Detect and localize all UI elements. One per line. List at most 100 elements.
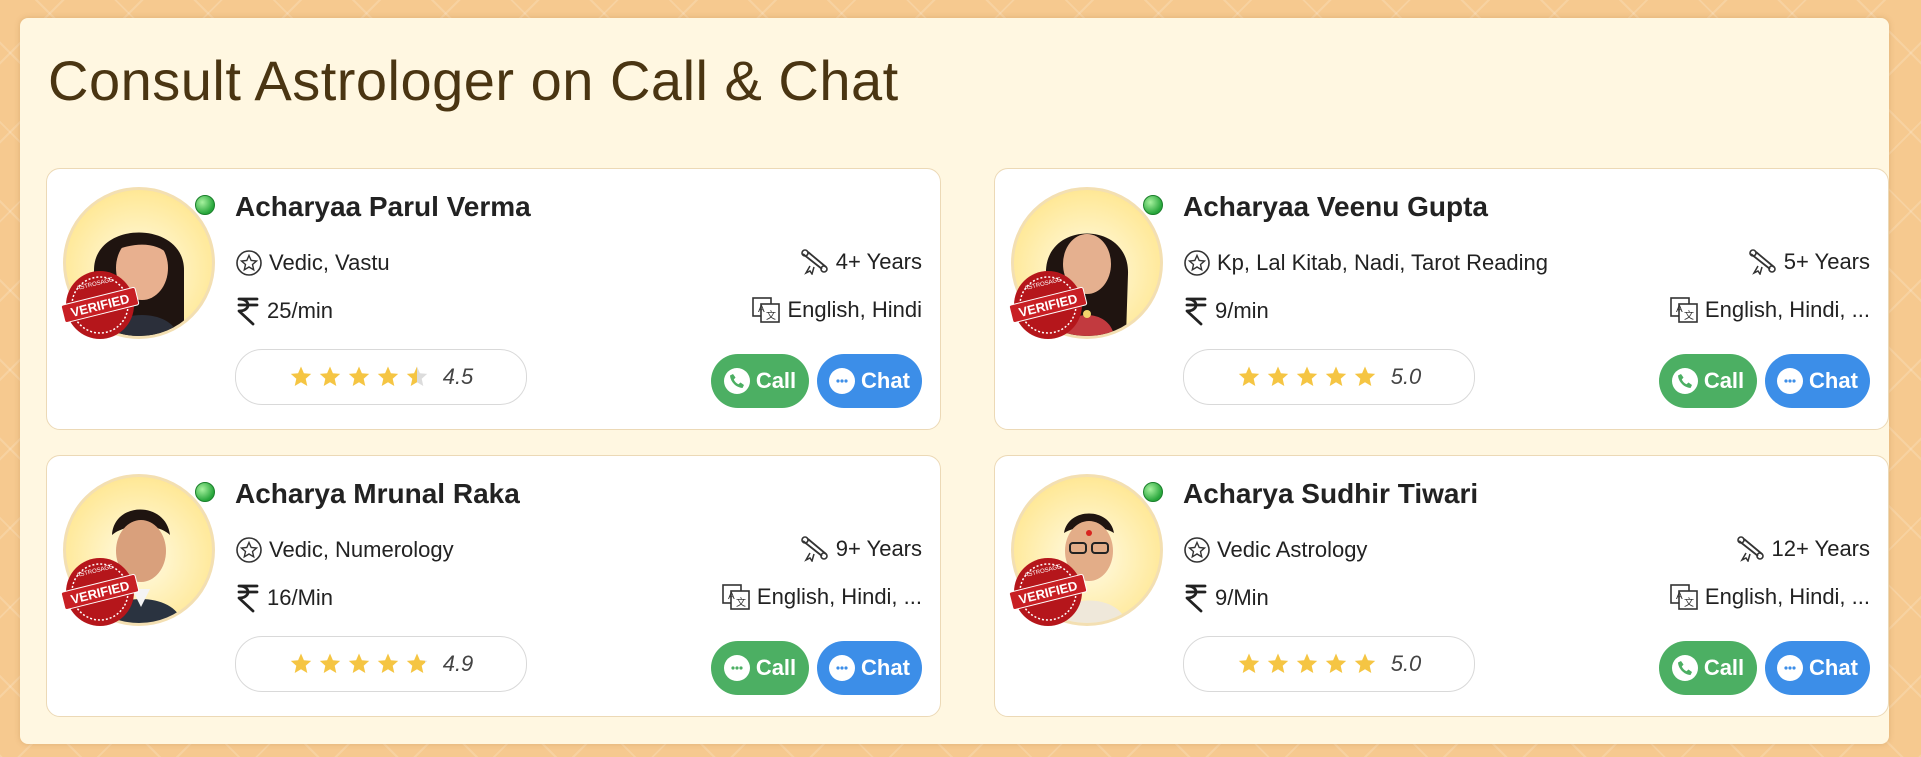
translate-icon: A文 xyxy=(751,296,781,324)
languages-row: A文 English, Hindi, ... xyxy=(1669,296,1870,324)
chat-label: Chat xyxy=(861,368,910,393)
translate-icon: A文 xyxy=(721,583,751,611)
skills-text: Vedic Astrology xyxy=(1217,537,1368,562)
svg-text:文: 文 xyxy=(766,309,776,322)
rating-pill: 4.5 xyxy=(235,349,527,405)
star-icon xyxy=(406,653,427,673)
experience-text: 5+ Years xyxy=(1783,249,1870,274)
call-label: Call xyxy=(1703,655,1745,680)
astrologer-card[interactable]: VERIFIED ASTROSAGE Acharyaa Parul Verma … xyxy=(46,168,941,430)
scroll-icon xyxy=(800,536,830,562)
rupee-icon xyxy=(235,583,261,613)
chat-label: Chat xyxy=(1809,368,1858,393)
astrologer-card[interactable]: VERIFIED ASTROSAGE Acharya Sudhir Tiwari… xyxy=(994,455,1889,717)
astrologer-card[interactable]: VERIFIED ASTROSAGE Acharya Mrunal Raka V… xyxy=(46,455,941,717)
call-button[interactable]: Call xyxy=(1659,641,1757,695)
astrologer-name[interactable]: Acharyaa Veenu Gupta xyxy=(1183,191,1488,223)
chat-button[interactable]: Chat xyxy=(817,641,922,695)
star-icon xyxy=(1267,653,1288,673)
online-dot-icon xyxy=(1143,195,1163,215)
page-title: Consult Astrologer on Call & Chat xyxy=(48,49,899,112)
svg-text:文: 文 xyxy=(1684,309,1694,322)
online-dot-icon xyxy=(195,482,215,502)
rupee-icon xyxy=(1183,296,1209,326)
star-circle-icon xyxy=(1183,536,1211,564)
rating-value: 5.0 xyxy=(1390,364,1422,389)
star-icon xyxy=(1354,366,1375,386)
experience-text: 4+ Years xyxy=(835,249,922,274)
skills-text: Vedic, Numerology xyxy=(269,537,454,562)
phone-icon xyxy=(723,368,750,394)
svg-text:A: A xyxy=(758,304,765,315)
price-row: 16/Min xyxy=(235,583,333,613)
skills-text: Kp, Lal Kitab, Nadi, Tarot Reading xyxy=(1217,250,1549,275)
skills-row: Vedic, Vastu xyxy=(235,249,390,277)
price-row: 9/Min xyxy=(1183,583,1269,613)
astrologer-name[interactable]: Acharya Sudhir Tiwari xyxy=(1183,478,1478,510)
astrologer-name[interactable]: Acharyaa Parul Verma xyxy=(235,191,531,223)
svg-text:A: A xyxy=(728,591,735,602)
star-circle-icon xyxy=(1183,249,1211,277)
experience-text: 9+ Years xyxy=(835,536,922,561)
avatar-wrapper[interactable]: VERIFIED ASTROSAGE xyxy=(60,474,215,626)
avatar-wrapper[interactable]: VERIFIED ASTROSAGE xyxy=(60,187,215,339)
call-button[interactable]: Call xyxy=(711,354,809,408)
phone-icon xyxy=(1671,655,1698,681)
call-label: Call xyxy=(755,368,797,393)
call-button[interactable]: Call xyxy=(1659,354,1757,408)
price-row: 25/min xyxy=(235,296,333,326)
star-circle-icon xyxy=(235,536,263,564)
call-button[interactable]: Call xyxy=(711,641,809,695)
star-icon xyxy=(406,366,427,386)
rating-value: 5.0 xyxy=(1390,651,1422,676)
svg-text:文: 文 xyxy=(736,596,746,609)
skills-row: Vedic, Numerology xyxy=(235,536,454,564)
experience-row: 9+ Years xyxy=(800,536,922,562)
star-icon xyxy=(1296,366,1317,386)
consult-panel: Consult Astrologer on Call & Chat VERIFI… xyxy=(20,18,1889,744)
price-text: 9/min xyxy=(1215,298,1269,323)
rating-stars xyxy=(1237,365,1377,389)
rating-stars xyxy=(1237,652,1377,676)
skills-text: Vedic, Vastu xyxy=(269,250,390,275)
star-icon xyxy=(1238,366,1259,386)
svg-text:文: 文 xyxy=(1684,596,1694,609)
svg-text:A: A xyxy=(1676,304,1683,315)
chat-button[interactable]: Chat xyxy=(1765,354,1870,408)
call-label: Call xyxy=(755,655,797,680)
skills-row: Vedic Astrology xyxy=(1183,536,1367,564)
avatar-wrapper[interactable]: VERIFIED ASTROSAGE xyxy=(1008,474,1163,626)
rupee-icon xyxy=(1183,583,1209,613)
price-row: 9/min xyxy=(1183,296,1269,326)
chat-button[interactable]: Chat xyxy=(817,354,922,408)
star-icon xyxy=(348,366,369,386)
star-icon xyxy=(377,366,398,386)
verified-seal-icon: VERIFIED ASTROSAGE xyxy=(1008,271,1088,339)
star-icon xyxy=(1325,653,1346,673)
scroll-icon xyxy=(1736,536,1766,562)
star-circle-icon xyxy=(235,249,263,277)
avatar-wrapper[interactable]: VERIFIED ASTROSAGE xyxy=(1008,187,1163,339)
translate-icon: A文 xyxy=(1669,583,1699,611)
translate-icon: A文 xyxy=(1669,296,1699,324)
chat-button[interactable]: Chat xyxy=(1765,641,1870,695)
rating-value: 4.9 xyxy=(442,651,474,676)
verified-seal-icon: VERIFIED ASTROSAGE xyxy=(60,558,140,626)
rupee-icon xyxy=(235,296,261,326)
online-dot-icon xyxy=(1143,482,1163,502)
star-icon xyxy=(319,366,340,386)
astrologer-card[interactable]: VERIFIED ASTROSAGE Acharyaa Veenu Gupta … xyxy=(994,168,1889,430)
rating-pill: 4.9 xyxy=(235,636,527,692)
astrologer-name[interactable]: Acharya Mrunal Raka xyxy=(235,478,520,510)
price-text: 9/Min xyxy=(1215,585,1269,610)
star-icon xyxy=(377,653,398,673)
verified-seal-icon: VERIFIED ASTROSAGE xyxy=(60,271,140,339)
phone-icon xyxy=(1671,368,1698,394)
star-icon xyxy=(348,653,369,673)
skills-row: Kp, Lal Kitab, Nadi, Tarot Reading xyxy=(1183,249,1548,277)
languages-text: English, Hindi, ... xyxy=(756,584,922,609)
languages-row: A文 English, Hindi, ... xyxy=(1669,583,1870,611)
languages-text: English, Hindi, ... xyxy=(1704,297,1870,322)
star-icon xyxy=(290,653,311,673)
svg-text:A: A xyxy=(1676,591,1683,602)
